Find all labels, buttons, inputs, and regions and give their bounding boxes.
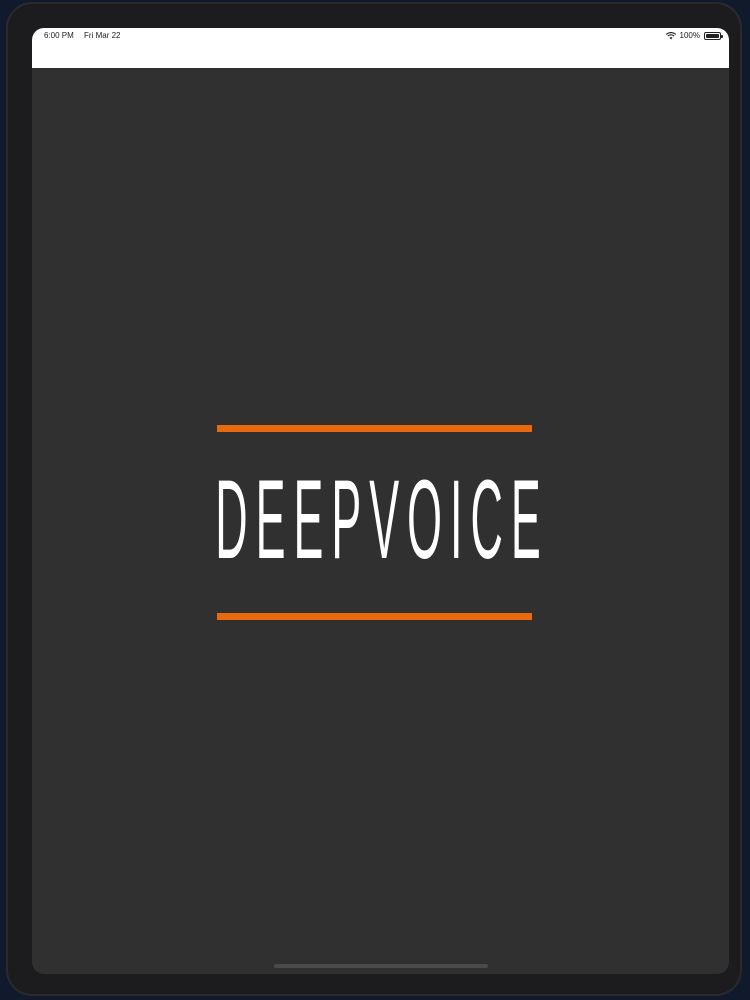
logo-text: DEEPVOICE (215, 457, 549, 582)
app-screen: 6:00 PM Fri Mar 22 100% DEEPVOICE (32, 28, 729, 974)
battery-percent: 100% (679, 31, 700, 40)
status-left: 6:00 PM Fri Mar 22 (44, 31, 128, 40)
tablet-frame: 6:00 PM Fri Mar 22 100% DEEPVOICE (6, 2, 742, 996)
logo-bottom-bar (217, 613, 532, 620)
status-bar: 6:00 PM Fri Mar 22 100% (32, 28, 729, 68)
wifi-icon (665, 31, 676, 39)
status-time: 6:00 PM (44, 31, 74, 40)
battery-icon (704, 31, 723, 40)
home-indicator[interactable] (274, 964, 488, 968)
deepvoice-logo: DEEPVOICE (215, 425, 549, 621)
status-date: Fri Mar 22 (84, 31, 121, 40)
logo-top-bar (217, 425, 532, 432)
status-right: 100% (665, 31, 723, 40)
